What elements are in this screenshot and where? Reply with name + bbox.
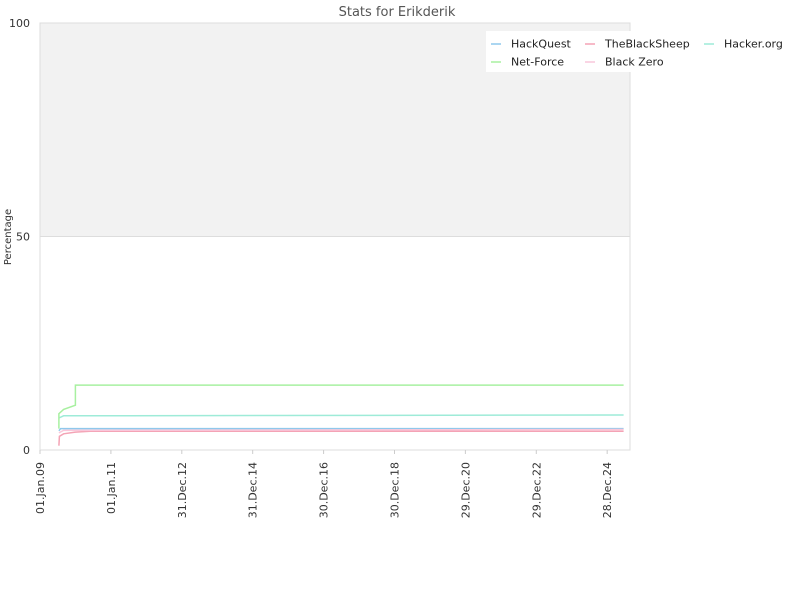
chart-svg: Stats for Erikderik Percentage 0 50 100 01… (3, 5, 786, 518)
y-tick-label: 50 (16, 231, 30, 244)
x-tick-label: 30.Dec.16 (318, 462, 331, 518)
y-tick-label: 0 (23, 444, 30, 457)
x-tick-label: 31.Dec.14 (247, 462, 260, 518)
y-tick-label: 100 (9, 17, 30, 30)
legend-entry: Black Zero (605, 56, 664, 69)
y-axis-label: Percentage (3, 209, 14, 265)
x-tick-label: 29.Dec.22 (530, 462, 543, 518)
legend-entry: Net-Force (511, 56, 564, 69)
x-tick-label: 29.Dec.20 (459, 462, 472, 518)
x-tick-label: 28.Dec.24 (601, 462, 614, 518)
x-axis-ticks: 01.Jan.09 01.Jan.11 31.Dec.12 31.Dec.14 30.D… (34, 450, 614, 518)
x-tick-label: 31.Dec.12 (176, 462, 189, 518)
chart-title: Stats for Erikderik (339, 5, 456, 20)
x-tick-label: 01.Jan.11 (105, 462, 118, 514)
legend: HackQuest TheBlackSheep Hacker.org Net-Forc… (486, 31, 786, 72)
x-tick-label: 30.Dec.18 (388, 462, 401, 518)
x-tick-label: 01.Jan.09 (34, 462, 47, 514)
legend-entry: HackQuest (511, 38, 572, 51)
legend-entry: Hacker.org (724, 38, 783, 51)
chart: Stats for Erikderik Percentage 0 50 100 01… (0, 0, 800, 600)
legend-entry: TheBlackSheep (604, 38, 690, 51)
